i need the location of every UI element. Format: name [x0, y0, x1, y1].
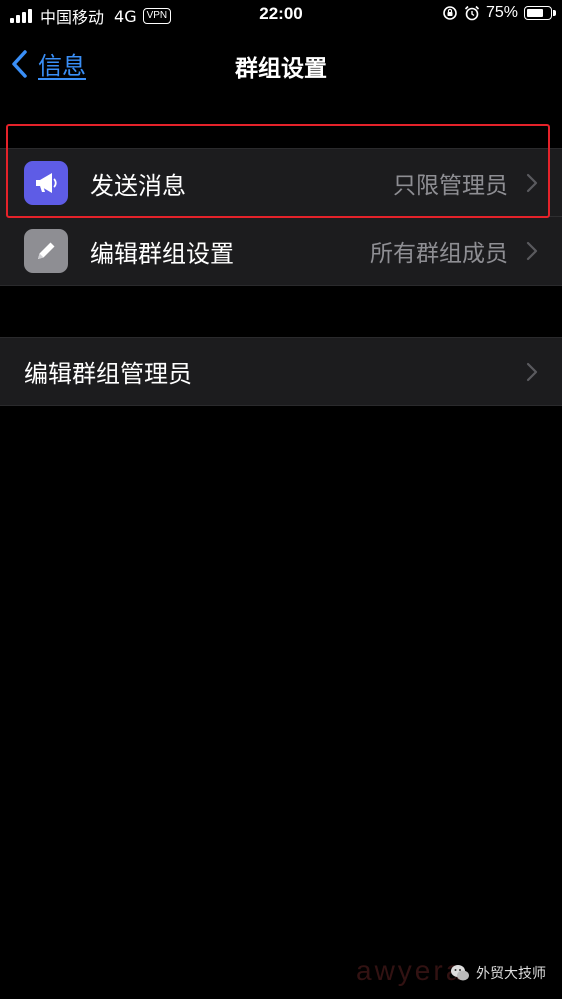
send-messages-label: 发送消息 — [90, 171, 186, 200]
chevron-right-icon — [526, 173, 538, 193]
edit-group-settings-label: 编辑群组设置 — [90, 239, 234, 268]
edit-group-settings-row[interactable]: 编辑群组设置 所有群组成员 — [0, 217, 562, 285]
edit-group-admins-row[interactable]: 编辑群组管理员 — [0, 338, 562, 405]
watermark-label: 外贸大技师 — [476, 966, 546, 982]
battery-percent: 75% — [485, 4, 518, 21]
admins-group: 编辑群组管理员 — [0, 337, 562, 406]
send-messages-row[interactable]: 发送消息 只限管理员 — [0, 149, 562, 217]
status-bar: 中国移动 4G VPN 22:00 75% — [0, 0, 562, 30]
permissions-group: 发送消息 只限管理员 编辑群组设置 所有群组成员 — [0, 148, 562, 286]
battery-icon — [524, 6, 556, 20]
orientation-lock-icon — [443, 6, 457, 20]
chevron-right-icon — [526, 241, 538, 261]
edit-group-settings-icon-tile — [24, 229, 68, 273]
page-title: 群组设置 — [235, 56, 327, 82]
watermark-ghost-text: awyera — [356, 955, 465, 986]
chevron-right-icon — [526, 362, 538, 381]
send-messages-value: 只限管理员 — [393, 173, 508, 199]
send-messages-icon-tile — [24, 161, 68, 205]
pencil-icon — [38, 242, 55, 259]
status-right: 75% — [442, 4, 556, 22]
wechat-logo-icon — [451, 965, 469, 981]
alarm-icon — [464, 5, 480, 21]
watermark: 外贸大技师 — [450, 963, 546, 983]
edit-group-admins-label: 编辑群组管理员 — [24, 360, 192, 388]
megaphone-icon — [36, 173, 57, 193]
navigation-bar: 信息 群组设置 — [0, 36, 562, 92]
edit-group-settings-value: 所有群组成员 — [370, 241, 508, 267]
